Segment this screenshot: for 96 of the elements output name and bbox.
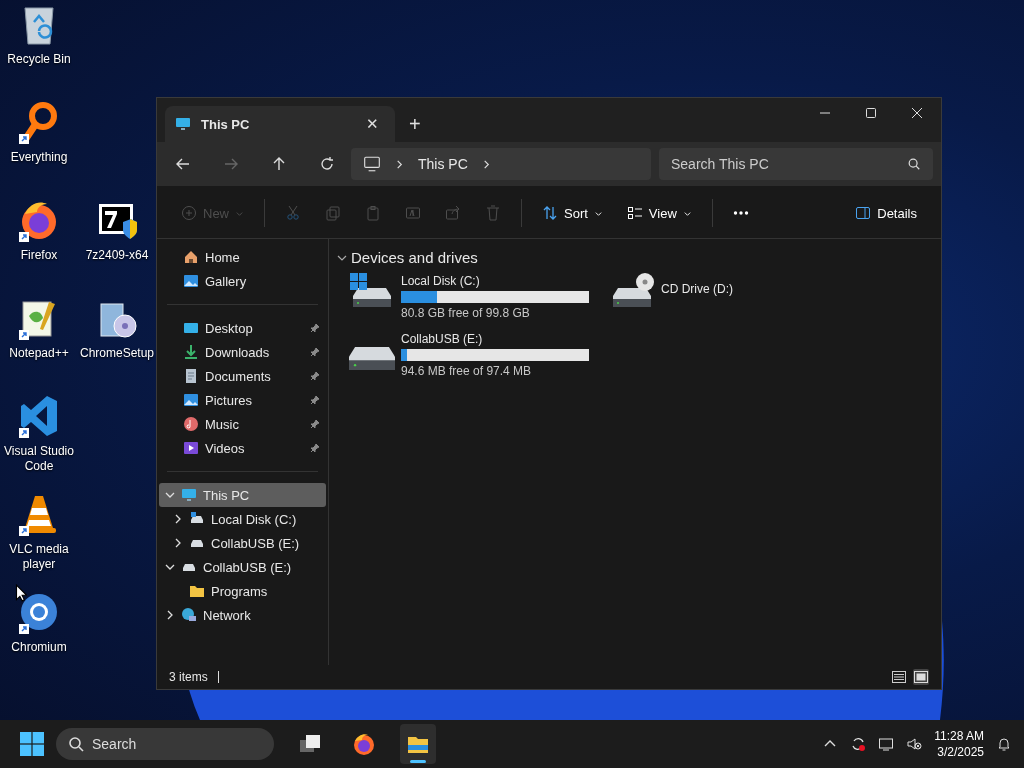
- refresh-icon[interactable]: [319, 156, 335, 172]
- details-pane-icon: [855, 205, 872, 221]
- details-button[interactable]: Details: [845, 199, 927, 227]
- sidebar-item[interactable]: Home: [159, 245, 326, 269]
- browser-tab[interactable]: This PC ✕: [165, 106, 395, 142]
- pin-icon[interactable]: [310, 323, 320, 333]
- desktop-shortcut[interactable]: Everything: [0, 100, 78, 198]
- free-space-text: 80.8 GB free of 99.8 GB: [401, 306, 531, 320]
- pin-icon[interactable]: [310, 347, 320, 357]
- breadcrumb[interactable]: This PC: [418, 156, 468, 172]
- music-note-icon: [183, 416, 199, 432]
- back-arrow-icon[interactable]: [175, 156, 191, 172]
- tree-item[interactable]: This PC: [159, 483, 326, 507]
- document-icon: [183, 368, 199, 384]
- desktop-shortcut[interactable]: ChromeSetup: [78, 296, 156, 394]
- chevron-right-icon[interactable]: [173, 514, 183, 524]
- code-editor-icon: [19, 394, 59, 438]
- sync-icon[interactable]: [850, 736, 867, 752]
- clock[interactable]: 11:28 AM 3/2/2025: [934, 728, 984, 760]
- list-view-icon: [626, 205, 643, 221]
- chevron-right-icon[interactable]: [173, 538, 183, 548]
- monitor-icon: [175, 116, 191, 132]
- forward-arrow-icon[interactable]: [223, 156, 239, 172]
- plus-circle-icon: [181, 205, 197, 221]
- free-space-text: 94.6 MB free of 97.4 MB: [401, 364, 533, 378]
- time-text: 11:28 AM: [934, 728, 984, 744]
- picture-icon: [183, 392, 199, 408]
- tree-item[interactable]: Local Disk (C:): [159, 507, 326, 531]
- taskbar-app-button[interactable]: [400, 724, 436, 764]
- tiles-view-icon[interactable]: [913, 669, 929, 685]
- mouse-pointer-icon: [15, 584, 27, 602]
- search-icon: [907, 157, 921, 171]
- address-bar[interactable]: This PC: [351, 148, 651, 180]
- chevron-down-icon[interactable]: [165, 562, 175, 572]
- desktop-shortcut[interactable]: Notepad++: [0, 296, 78, 394]
- tree-item[interactable]: CollabUSB (E:): [159, 531, 326, 555]
- group-header[interactable]: Devices and drives: [337, 249, 933, 266]
- picture-icon: [183, 273, 199, 289]
- details-view-icon[interactable]: [891, 669, 907, 685]
- desktop-shortcut[interactable]: Chromium: [0, 590, 78, 688]
- item-count: 3 items: [169, 670, 208, 684]
- tree-item[interactable]: Network: [159, 603, 326, 627]
- desktop-icon: [183, 320, 199, 336]
- sort-arrows-icon: [542, 205, 558, 221]
- chevron-right-icon[interactable]: [165, 610, 175, 620]
- network-monitor-icon[interactable]: [878, 736, 895, 752]
- search-field[interactable]: Search This PC: [659, 148, 933, 180]
- sidebar-item[interactable]: Gallery: [159, 269, 326, 293]
- drive-name: Local Disk (C:): [401, 274, 481, 288]
- monitor-icon: [181, 487, 197, 503]
- folder-icon: [189, 583, 205, 599]
- desktop-shortcut[interactable]: Recycle Bin: [0, 2, 78, 100]
- chevron-right-icon[interactable]: [481, 159, 491, 169]
- sidebar-item[interactable]: Desktop: [159, 316, 326, 340]
- drive-name: CollabUSB (E:): [401, 332, 484, 346]
- up-arrow-icon[interactable]: [271, 156, 287, 172]
- maximize-icon[interactable]: [865, 107, 877, 119]
- pin-icon[interactable]: [310, 371, 320, 381]
- chevron-right-icon: [395, 159, 404, 169]
- monitor-icon: [363, 155, 381, 173]
- close-tab-button[interactable]: ✕: [360, 113, 385, 135]
- desktop-shortcut[interactable]: Visual Studio Code: [0, 394, 78, 492]
- desktop-shortcut[interactable]: 7z2409-x64: [78, 198, 156, 296]
- pin-icon[interactable]: [310, 419, 320, 429]
- sort-button[interactable]: Sort: [532, 199, 613, 227]
- drive-icon: [349, 347, 395, 370]
- new-tab-button[interactable]: +: [403, 111, 427, 138]
- download-icon: [183, 344, 199, 360]
- view-button[interactable]: View: [616, 199, 702, 227]
- close-icon[interactable]: [911, 107, 923, 119]
- house-icon: [183, 249, 199, 265]
- tree-item[interactable]: Programs: [159, 579, 326, 603]
- drive-tile[interactable]: CD Drive (D:): [609, 272, 869, 320]
- search-icon: [68, 736, 84, 752]
- pin-icon[interactable]: [310, 443, 320, 453]
- bell-icon[interactable]: [996, 736, 1012, 752]
- network-icon: [181, 607, 197, 623]
- sidebar-item[interactable]: Downloads: [159, 340, 326, 364]
- sidebar-item[interactable]: Pictures: [159, 388, 326, 412]
- date-text: 3/2/2025: [937, 744, 984, 760]
- video-icon: [183, 440, 199, 456]
- drive-tile[interactable]: CollabUSB (E:) 94.6 MB free of 97.4 MB: [349, 330, 609, 378]
- drive-tile[interactable]: Local Disk (C:) 80.8 GB free of 99.8 GB: [349, 272, 609, 320]
- sidebar-item[interactable]: Music: [159, 412, 326, 436]
- pin-icon[interactable]: [310, 395, 320, 405]
- tab-title: This PC: [201, 116, 251, 132]
- speaker-muted-icon[interactable]: [906, 736, 923, 752]
- start-button-icon[interactable]: [20, 732, 44, 756]
- tree-item[interactable]: CollabUSB (E:): [159, 555, 326, 579]
- fox-globe-icon: [352, 732, 376, 756]
- desktop-shortcut[interactable]: VLC media player: [0, 492, 78, 590]
- sidebar-item[interactable]: Documents: [159, 364, 326, 388]
- desktop-shortcut[interactable]: Firefox: [0, 198, 78, 296]
- drive-name: CD Drive (D:): [661, 282, 733, 296]
- sidebar-item[interactable]: Videos: [159, 436, 326, 460]
- taskbar-search-field[interactable]: Search: [56, 728, 274, 760]
